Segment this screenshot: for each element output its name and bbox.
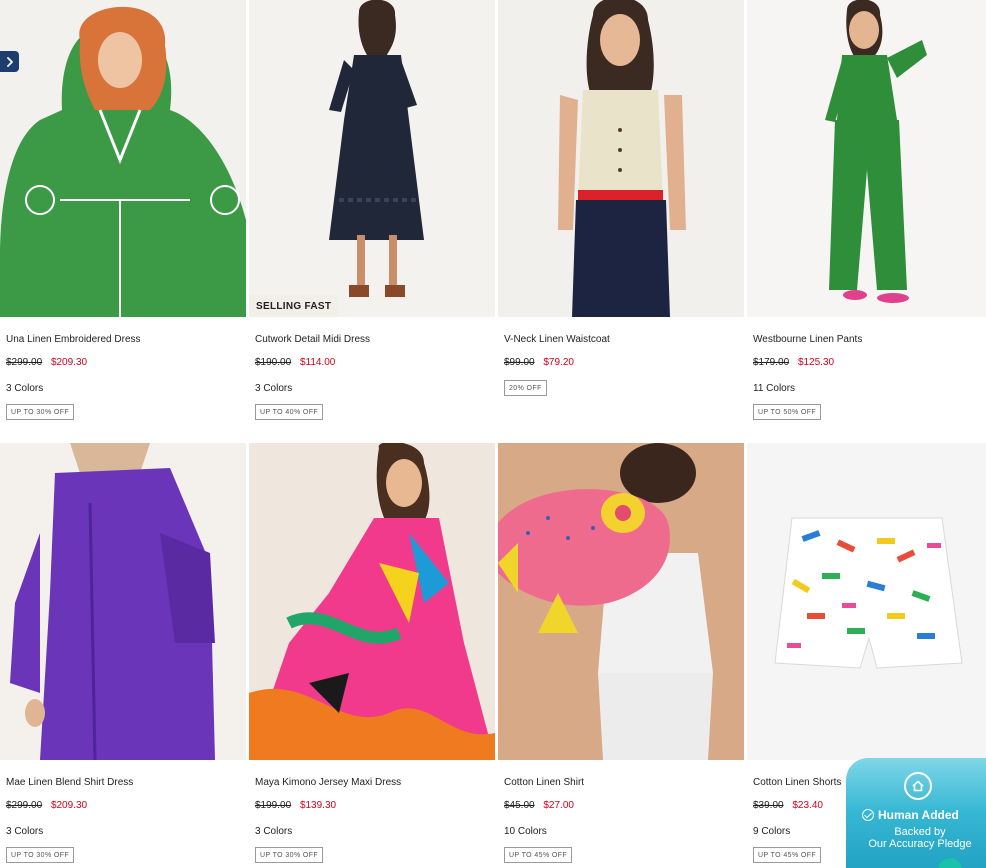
sale-price: $139.30: [299, 800, 337, 811]
product-title[interactable]: Cotton Linen Shorts: [753, 777, 841, 788]
discount-badge: UP TO 30% OFF: [6, 847, 75, 863]
pledge-line-2: Our Accuracy Pledge: [868, 838, 972, 850]
product-card[interactable]: Mae Linen Blend Shirt Dress $299.00 $209…: [0, 443, 246, 863]
product-card[interactable]: Cotton Linen Shorts $39.00 $23.40 9 Colo…: [747, 443, 986, 863]
original-price: $99.00: [504, 357, 535, 368]
color-count: 9 Colors: [753, 826, 791, 837]
original-price: $190.00: [255, 357, 292, 368]
product-title[interactable]: Cotton Linen Shirt: [504, 777, 584, 788]
discount-badge: UP TO 50% OFF: [753, 404, 822, 420]
product-prices: $190.00 $114.00: [255, 357, 335, 368]
discount-badge: UP TO 30% OFF: [255, 847, 324, 863]
product-image[interactable]: [249, 443, 495, 760]
product-card[interactable]: Westbourne Linen Pants $179.00 $125.30 1…: [747, 0, 986, 420]
sale-price: $27.00: [543, 800, 574, 811]
product-title[interactable]: Maya Kimono Jersey Maxi Dress: [255, 777, 401, 788]
color-count: 3 Colors: [255, 826, 293, 837]
product-prices: $99.00 $79.20: [504, 357, 574, 368]
color-count: 11 Colors: [753, 383, 796, 394]
product-image[interactable]: [0, 443, 246, 760]
chevron-right-icon: [6, 56, 13, 67]
sale-price: $209.30: [50, 357, 88, 368]
product-title[interactable]: Westbourne Linen Pants: [753, 334, 862, 345]
pledge-line-1: Backed by: [894, 826, 946, 838]
sale-price: $23.40: [792, 800, 823, 811]
discount-badge: UP TO 45% OFF: [753, 847, 822, 863]
color-count: 3 Colors: [255, 383, 293, 394]
discount-badge: UP TO 40% OFF: [255, 404, 324, 420]
product-card[interactable]: Maya Kimono Jersey Maxi Dress $199.00 $1…: [249, 443, 495, 863]
product-card[interactable]: SELLING FAST Cutwork Detail Midi Dress $…: [249, 0, 495, 420]
product-card[interactable]: V-Neck Linen Waistcoat $99.00 $79.20 20%…: [498, 0, 744, 396]
discount-badge: UP TO 45% OFF: [504, 847, 573, 863]
original-price: $45.00: [504, 800, 535, 811]
sale-price: $114.00: [299, 357, 336, 368]
color-count: 10 Colors: [504, 826, 547, 837]
product-image[interactable]: [747, 0, 986, 317]
product-title[interactable]: V-Neck Linen Waistcoat: [504, 334, 610, 345]
product-prices: $45.00 $27.00: [504, 800, 574, 811]
selling-fast-badge: SELLING FAST: [249, 295, 339, 317]
original-price: $299.00: [6, 800, 43, 811]
sale-price: $79.20: [543, 357, 574, 368]
product-title[interactable]: Una Linen Embroidered Dress: [6, 334, 141, 345]
product-image[interactable]: [498, 0, 744, 317]
discount-badge: UP TO 30% OFF: [6, 404, 75, 420]
sale-price: $125.30: [797, 357, 835, 368]
product-prices: $299.00 $209.30: [6, 800, 87, 811]
discount-badge: 20% OFF: [504, 380, 547, 396]
house-icon: [904, 772, 932, 800]
product-prices: $179.00 $125.30: [753, 357, 834, 368]
product-prices: $299.00 $209.30: [6, 357, 87, 368]
color-count: 3 Colors: [6, 383, 44, 394]
product-image[interactable]: SELLING FAST: [249, 0, 495, 317]
accuracy-pledge-widget[interactable]: Human Added Backed by Our Accuracy Pledg…: [846, 758, 986, 868]
product-image[interactable]: [498, 443, 744, 760]
product-card[interactable]: Una Linen Embroidered Dress $299.00 $209…: [0, 0, 246, 420]
color-count: 3 Colors: [6, 826, 44, 837]
original-price: $39.00: [753, 800, 784, 811]
pledge-indicator: [938, 858, 962, 868]
product-image[interactable]: [747, 443, 986, 760]
product-prices: $199.00 $139.30: [255, 800, 336, 811]
pledge-title: Human Added: [862, 808, 959, 822]
product-title[interactable]: Mae Linen Blend Shirt Dress: [6, 777, 133, 788]
product-card[interactable]: Cotton Linen Shirt $45.00 $27.00 10 Colo…: [498, 443, 744, 863]
product-title[interactable]: Cutwork Detail Midi Dress: [255, 334, 370, 345]
product-image[interactable]: [0, 0, 246, 317]
original-price: $179.00: [753, 357, 790, 368]
carousel-next-button[interactable]: [0, 51, 19, 72]
sale-price: $209.30: [50, 800, 88, 811]
check-circle-icon: [862, 809, 874, 821]
product-prices: $39.00 $23.40: [753, 800, 823, 811]
original-price: $299.00: [6, 357, 43, 368]
original-price: $199.00: [255, 800, 292, 811]
